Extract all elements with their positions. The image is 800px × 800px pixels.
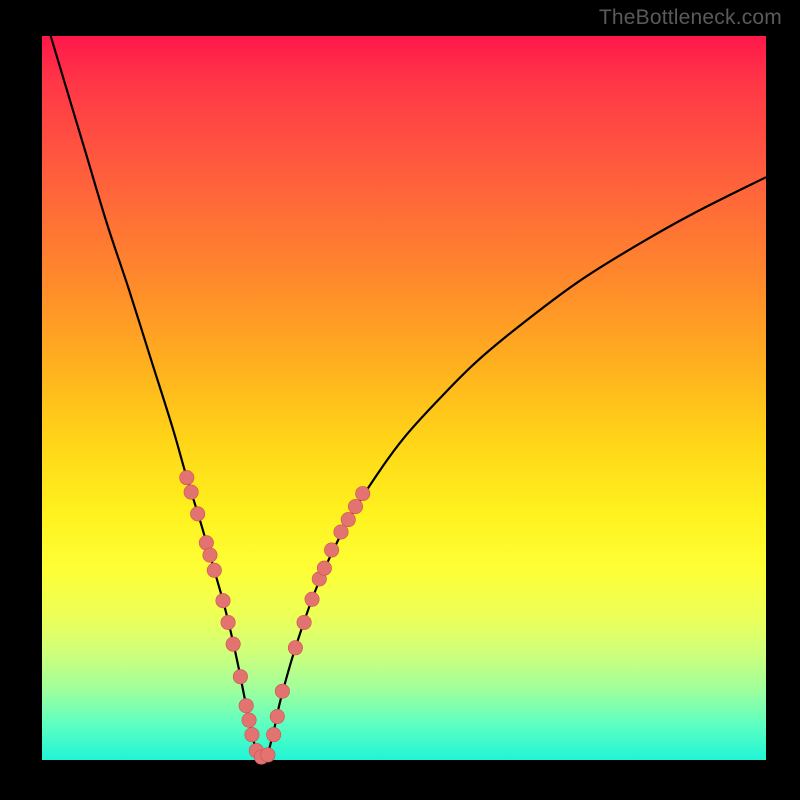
data-point (180, 470, 194, 484)
data-point (233, 670, 247, 684)
data-point (270, 709, 284, 723)
data-point (288, 641, 302, 655)
data-point (245, 727, 259, 741)
data-point (297, 615, 311, 629)
bottleneck-chart (42, 36, 766, 760)
data-point (356, 486, 370, 500)
data-point (305, 592, 319, 606)
data-point (239, 699, 253, 713)
data-point (334, 525, 348, 539)
watermark-text: TheBottleneck.com (599, 6, 782, 30)
plot-area (42, 36, 766, 760)
data-point (266, 727, 280, 741)
data-point (341, 512, 355, 526)
data-point (317, 561, 331, 575)
data-point (190, 507, 204, 521)
data-point (261, 748, 275, 762)
data-point (203, 548, 217, 562)
data-point (216, 594, 230, 608)
data-point (207, 563, 221, 577)
bottleneck-curve (42, 7, 766, 760)
data-point (184, 485, 198, 499)
data-point (348, 499, 362, 513)
scatter-dots (180, 470, 370, 764)
chart-frame: TheBottleneck.com (0, 0, 800, 800)
data-point (221, 615, 235, 629)
data-point (275, 684, 289, 698)
data-point (324, 543, 338, 557)
data-point (226, 637, 240, 651)
data-point (242, 713, 256, 727)
